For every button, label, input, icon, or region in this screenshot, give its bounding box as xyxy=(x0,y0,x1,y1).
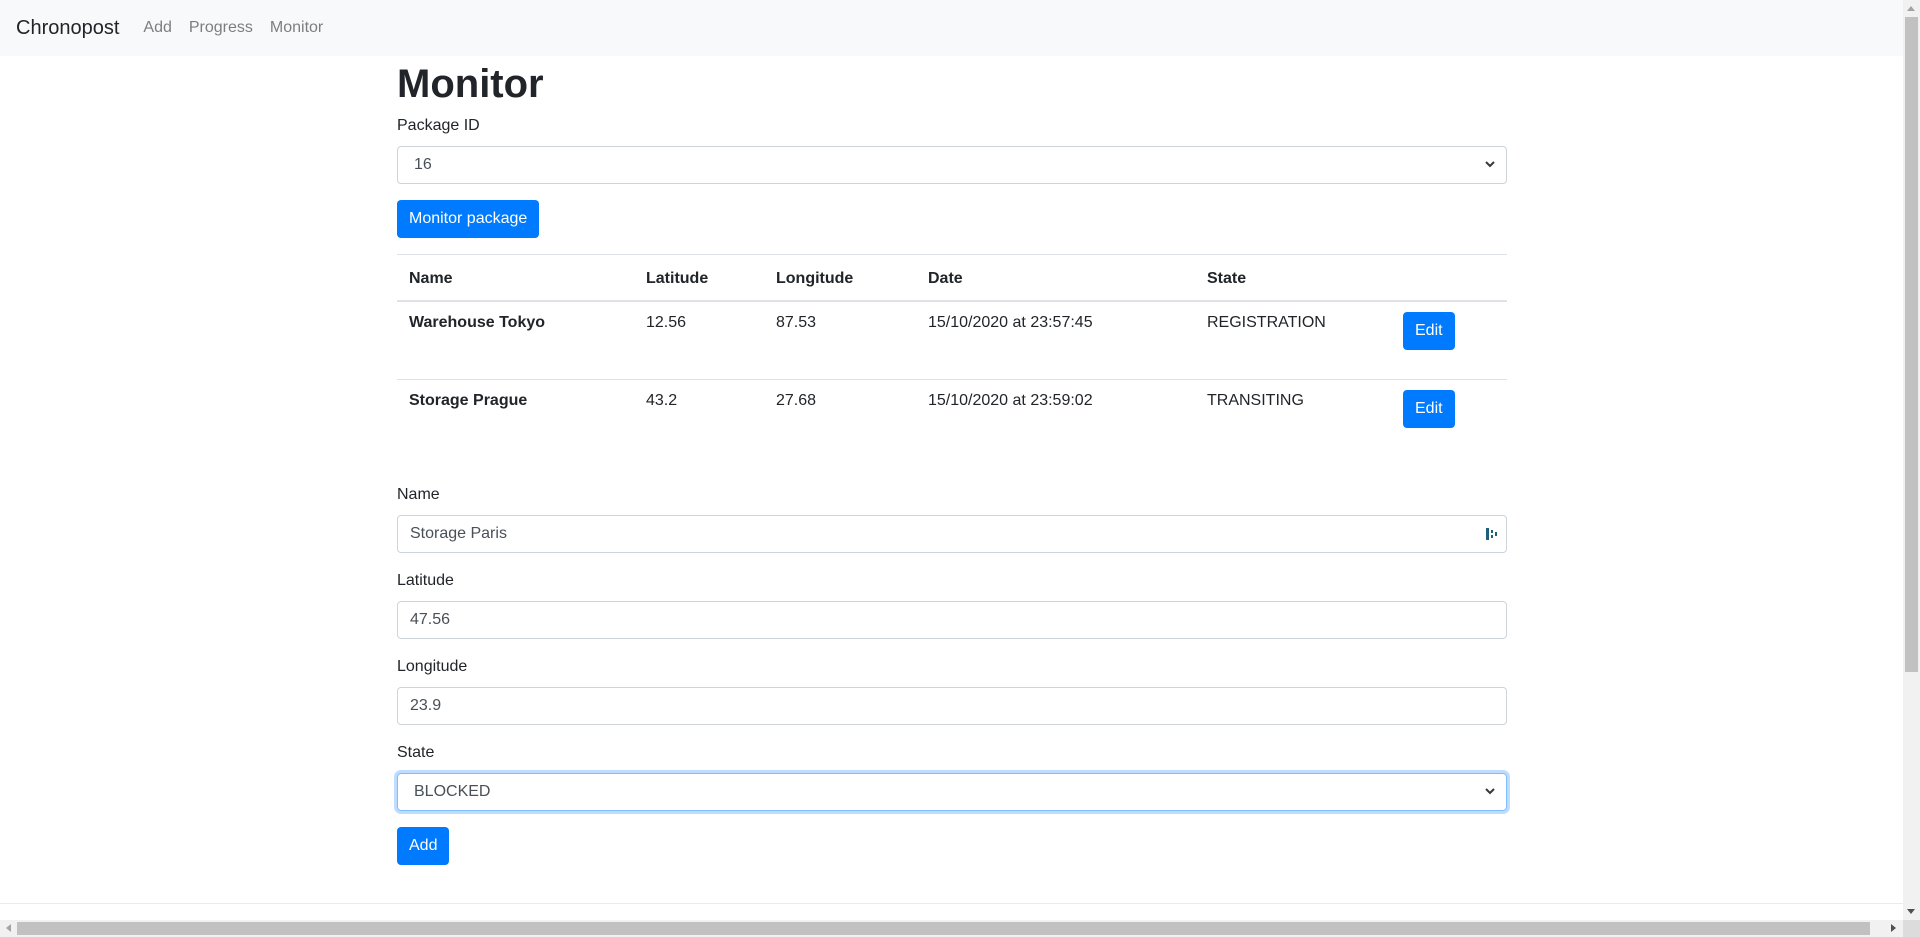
longitude-label: Longitude xyxy=(397,657,468,675)
cell-date: 15/10/2020 at 23:59:02 xyxy=(916,379,1195,459)
chevron-down-icon xyxy=(1485,161,1495,168)
edit-button[interactable]: Edit xyxy=(1403,311,1455,350)
column-header-state: State xyxy=(1195,254,1391,302)
scrollbar-corner xyxy=(1903,920,1920,937)
scroll-right-arrow-icon[interactable] xyxy=(1891,924,1896,932)
cell-name: Storage Prague xyxy=(397,379,634,459)
latitude-label: Latitude xyxy=(397,571,454,589)
navbar: Chronopost Add Progress Monitor xyxy=(0,0,1903,56)
scroll-down-arrow-icon[interactable] xyxy=(1907,909,1915,914)
latitude-input[interactable]: 47.56 xyxy=(397,600,1507,639)
column-header-longitude: Longitude xyxy=(764,254,916,302)
column-header-actions xyxy=(1391,254,1507,302)
monitor-package-button[interactable]: Monitor package xyxy=(397,200,540,238)
table-row: Warehouse Tokyo 12.56 87.53 15/10/2020 a… xyxy=(397,300,1507,380)
horizontal-scroll-thumb[interactable] xyxy=(17,922,1870,935)
name-input-value: Storage Paris xyxy=(410,524,507,542)
state-select-value: BLOCKED xyxy=(414,782,491,800)
column-header-name: Name xyxy=(397,254,634,302)
cell-state: REGISTRATION xyxy=(1195,300,1391,380)
cell-date: 15/10/2020 at 23:57:45 xyxy=(916,300,1195,380)
nav-link-monitor[interactable]: Monitor xyxy=(270,19,323,37)
page-bottom-divider xyxy=(0,903,1903,904)
cell-actions: Edit xyxy=(1391,379,1507,459)
latitude-input-value: 47.56 xyxy=(410,610,451,628)
state-select[interactable]: BLOCKED xyxy=(397,772,1507,811)
scroll-up-arrow-icon[interactable] xyxy=(1907,6,1915,11)
scroll-left-arrow-icon[interactable] xyxy=(6,924,11,932)
table-header-row: Name Latitude Longitude Date State xyxy=(397,254,1507,302)
name-label: Name xyxy=(397,485,440,503)
package-id-label: Package ID xyxy=(397,117,480,134)
vertical-scrollbar[interactable] xyxy=(1903,0,1920,920)
package-id-select[interactable]: 16 xyxy=(397,146,1507,184)
cell-latitude: 12.56 xyxy=(634,300,764,380)
locations-table: Name Latitude Longitude Date State Wareh… xyxy=(397,254,1507,459)
cell-state: TRANSITING xyxy=(1195,379,1391,459)
table-row: Storage Prague 43.2 27.68 15/10/2020 at … xyxy=(397,379,1507,459)
horizontal-scrollbar[interactable] xyxy=(0,920,1903,937)
longitude-input-value: 23.9 xyxy=(410,696,442,714)
cell-latitude: 43.2 xyxy=(634,379,764,459)
cell-actions: Edit xyxy=(1391,300,1507,380)
package-id-value: 16 xyxy=(414,156,432,173)
cell-name: Warehouse Tokyo xyxy=(397,300,634,380)
state-label: State xyxy=(397,743,435,761)
brand-link[interactable]: Chronopost xyxy=(16,17,119,40)
chevron-down-icon xyxy=(1485,787,1495,794)
edit-button[interactable]: Edit xyxy=(1403,390,1455,428)
add-button[interactable]: Add xyxy=(397,826,450,865)
browser-viewport: Chronopost Add Progress Monitor Monitor … xyxy=(0,0,1903,920)
vertical-scroll-thumb[interactable] xyxy=(1905,17,1918,672)
cell-longitude: 27.68 xyxy=(764,379,916,459)
nav-link-progress[interactable]: Progress xyxy=(189,19,253,37)
column-header-date: Date xyxy=(916,254,1195,302)
main-container: Monitor Package ID 16 Monitor package Na… xyxy=(397,56,1507,865)
page-title: Monitor xyxy=(397,62,544,106)
name-input[interactable]: Storage Paris xyxy=(397,514,1507,553)
cell-longitude: 87.53 xyxy=(764,300,916,380)
longitude-input[interactable]: 23.9 xyxy=(397,686,1507,725)
column-header-latitude: Latitude xyxy=(634,254,764,302)
password-manager-icon[interactable] xyxy=(1486,527,1498,541)
nav-link-add[interactable]: Add xyxy=(143,19,171,37)
